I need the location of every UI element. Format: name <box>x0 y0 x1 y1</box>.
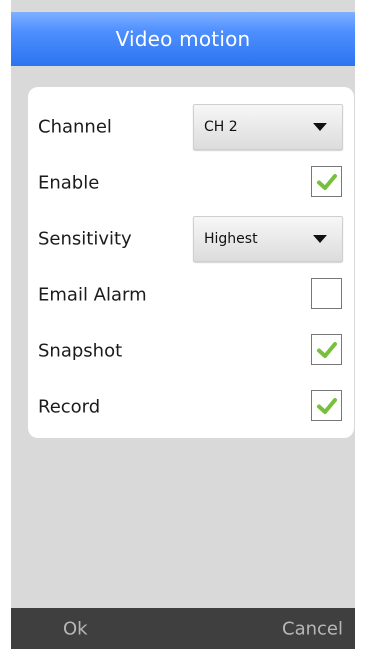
bottom-action-bar: Ok Cancel <box>11 608 355 649</box>
cancel-button[interactable]: Cancel <box>282 618 343 639</box>
sensitivity-row: Sensitivity Highest <box>28 216 354 262</box>
record-label: Record <box>38 396 101 418</box>
sensitivity-select[interactable]: Highest <box>193 216 343 262</box>
sensitivity-select-value: Highest <box>204 231 258 247</box>
video-motion-dialog: Video motion Channel CH 2 Enable Sensiti… <box>11 0 355 649</box>
channel-select[interactable]: CH 2 <box>193 104 343 150</box>
ok-button[interactable]: Ok <box>63 618 88 639</box>
snapshot-checkbox[interactable] <box>311 334 342 365</box>
channel-row: Channel CH 2 <box>28 104 354 150</box>
channel-select-value: CH 2 <box>204 119 238 135</box>
checkmark-icon <box>316 397 337 414</box>
sensitivity-label: Sensitivity <box>38 228 132 250</box>
email-alarm-row: Email Alarm <box>28 275 354 315</box>
enable-row: Enable <box>28 163 354 203</box>
screen: Video motion Channel CH 2 Enable Sensiti… <box>0 0 366 649</box>
email-alarm-label: Email Alarm <box>38 284 147 306</box>
settings-card: Channel CH 2 Enable Sensitivity Highest <box>28 87 354 438</box>
dialog-title-bar: Video motion <box>11 12 355 66</box>
snapshot-row: Snapshot <box>28 331 354 371</box>
channel-label: Channel <box>38 116 112 138</box>
triangle-down-icon <box>313 235 327 243</box>
checkmark-icon <box>316 173 337 190</box>
record-row: Record <box>28 387 354 427</box>
enable-label: Enable <box>38 172 100 194</box>
snapshot-label: Snapshot <box>38 340 123 362</box>
email-alarm-checkbox[interactable] <box>311 278 342 309</box>
dialog-title: Video motion <box>115 27 251 51</box>
record-checkbox[interactable] <box>311 390 342 421</box>
enable-checkbox[interactable] <box>311 166 342 197</box>
triangle-down-icon <box>313 123 327 131</box>
checkmark-icon <box>316 341 337 358</box>
